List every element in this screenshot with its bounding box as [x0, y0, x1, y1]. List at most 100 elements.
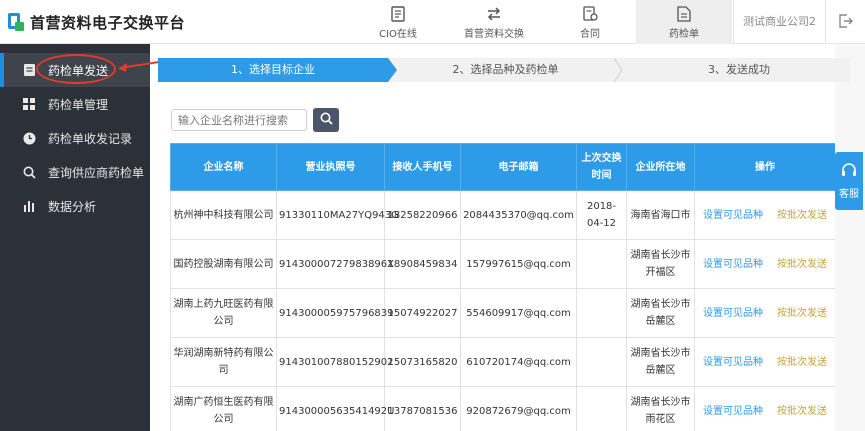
cell-enterprise-name: 杭州神中科技有限公司	[170, 190, 277, 240]
cell-license: 91330110MA27YQ943G	[276, 190, 399, 240]
sidebar-item-manage[interactable]: 药检单管理	[0, 87, 150, 121]
set-visible-varieties-link[interactable]: 设置可见品种	[703, 406, 763, 417]
cell-location: 湖南省长沙市岳麓区	[626, 288, 695, 338]
set-visible-varieties-link[interactable]: 设置可见品种	[703, 357, 763, 368]
cell-license: 91430000563541492U	[276, 386, 394, 431]
current-company[interactable]: 测试商业公司2	[733, 0, 825, 44]
set-visible-varieties-link[interactable]: 设置可见品种	[703, 308, 763, 319]
table-row: 湖南广药恒生医药有限公司 91430000563541492U 13787081…	[170, 386, 835, 431]
step-select-variety: 2、选择品种及药检单	[452, 63, 559, 76]
right-rail	[835, 44, 865, 431]
cell-last-exchange	[576, 239, 627, 289]
exchange-icon	[486, 5, 502, 23]
cell-license: 914300005975796839	[276, 288, 394, 338]
batch-send-link[interactable]: 按批次发送	[777, 308, 827, 319]
step-separator-icon	[613, 58, 623, 82]
table-row: 华润湖南新特药有限公司 914301007880152902 150731658…	[170, 337, 835, 387]
nav-label: 药检单	[669, 28, 699, 40]
cell-phone: 15074922027	[384, 288, 461, 338]
send-doc-icon	[22, 63, 36, 77]
cell-enterprise-name: 华润湖南新特药有限公司	[170, 337, 277, 387]
cell-phone: 18908459834	[384, 239, 461, 289]
table-header-row: 企业名称 营业执照号 接收人手机号 电子邮箱 上次交换时间 企业所在地 操作	[170, 143, 835, 191]
logout-icon	[838, 13, 854, 32]
nav-exchange[interactable]: 首营资料交换	[444, 0, 544, 44]
cell-actions: 设置可见品种 按批次发送	[694, 239, 835, 289]
cell-email: 610720174@qq.com	[460, 337, 577, 387]
table-row: 杭州神中科技有限公司 91330110MA27YQ943G 1825822096…	[170, 190, 835, 240]
sidebar-item-label: 药检单收发记录	[48, 131, 133, 146]
cell-location: 湖南省长沙市开福区	[626, 239, 695, 289]
table-row: 国药控股湖南有限公司 91430000727983896X 1890845983…	[170, 239, 835, 289]
cell-enterprise-name: 湖南上药九旺医药有限公司	[170, 288, 277, 338]
cell-enterprise-name: 国药控股湖南有限公司	[170, 239, 277, 289]
customer-service-tab[interactable]: 客服	[835, 152, 863, 210]
document-icon	[391, 5, 405, 23]
column-header: 上次交换时间	[576, 143, 627, 191]
cell-enterprise-name: 湖南广药恒生医药有限公司	[170, 386, 277, 431]
batch-send-link[interactable]: 按批次发送	[777, 406, 827, 417]
sidebar: 药检单发送 药检单管理 药检单收发记录 查询供应商药检单 数据分析	[0, 44, 150, 431]
sidebar-item-label: 查询供应商药检单	[48, 165, 145, 180]
sidebar-item-records[interactable]: 药检单收发记录	[0, 121, 150, 155]
sidebar-item-label: 数据分析	[48, 199, 97, 214]
cell-phone: 13787081536	[384, 386, 461, 431]
enterprise-search-input[interactable]	[171, 109, 307, 131]
cell-license: 91430000727983896X	[276, 239, 394, 289]
batch-send-link[interactable]: 按批次发送	[777, 259, 827, 270]
cell-location: 湖南省长沙市岳麓区	[626, 337, 695, 387]
column-header: 操作	[694, 143, 835, 191]
cell-phone: 15073165820	[384, 337, 461, 387]
cell-phone: 18258220966	[384, 190, 461, 240]
nav-label: 合同	[580, 28, 600, 40]
set-visible-varieties-link[interactable]: 设置可见品种	[703, 259, 763, 270]
batch-send-link[interactable]: 按批次发送	[777, 357, 827, 368]
sidebar-item-query[interactable]: 查询供应商药检单	[0, 155, 150, 189]
search-icon	[320, 112, 333, 128]
cell-license: 914301007880152902	[276, 337, 394, 387]
cell-last-exchange	[576, 288, 627, 338]
nav-label: 首营资料交换	[464, 28, 524, 40]
cell-actions: 设置可见品种 按批次发送	[694, 288, 835, 338]
logo-icon	[8, 13, 24, 31]
cell-email: 554609917@qq.com	[460, 288, 577, 338]
cell-email: 157997615@qq.com	[460, 239, 577, 289]
bar-chart-icon	[22, 199, 36, 213]
column-header: 营业执照号	[276, 143, 385, 191]
contract-icon	[582, 5, 598, 23]
set-visible-varieties-link[interactable]: 设置可见品种	[703, 210, 763, 221]
headset-icon	[841, 162, 857, 181]
cell-last-exchange: 2018-04-12	[576, 190, 627, 240]
top-header: 首营资料电子交换平台 CIO在线 首营资料交换 合同 药检单 测试商业公司2	[0, 0, 865, 44]
logout-button[interactable]	[825, 0, 865, 44]
top-nav: CIO在线 首营资料交换 合同 药检单	[352, 0, 732, 44]
nav-cio-online[interactable]: CIO在线	[352, 0, 444, 44]
brand-logo[interactable]: 首营资料电子交换平台	[8, 11, 185, 33]
search-icon	[22, 165, 36, 179]
cell-actions: 设置可见品种 按批次发送	[694, 337, 835, 387]
cell-email: 920872679@qq.com	[460, 386, 577, 431]
table-row: 湖南上药九旺医药有限公司 914300005975796839 15074922…	[170, 288, 835, 338]
cell-actions: 设置可见品种 按批次发送	[694, 190, 835, 240]
batch-send-link[interactable]: 按批次发送	[777, 210, 827, 221]
clock-icon	[22, 131, 36, 145]
cell-location: 湖南省长沙市雨花区	[626, 386, 695, 431]
column-header: 企业所在地	[626, 143, 695, 191]
report-icon	[677, 5, 691, 23]
sidebar-item-label: 药检单管理	[48, 97, 109, 112]
grid-icon	[22, 97, 36, 111]
nav-report[interactable]: 药检单	[636, 0, 732, 44]
cell-actions: 设置可见品种 按批次发送	[694, 386, 835, 431]
nav-contract[interactable]: 合同	[544, 0, 636, 44]
sidebar-item-analytics[interactable]: 数据分析	[0, 189, 150, 223]
cell-last-exchange	[576, 386, 627, 431]
nav-label: CIO在线	[379, 28, 417, 40]
brand-name: 首营资料电子交换平台	[30, 13, 186, 32]
cell-last-exchange	[576, 337, 627, 387]
cell-email: 2084435370@qq.com	[460, 190, 577, 240]
column-header: 企业名称	[170, 143, 277, 191]
column-header: 接收人手机号	[384, 143, 461, 191]
step-select-enterprise: 1、选择目标企业	[158, 58, 388, 82]
step-progress: 1、选择目标企业 2、选择品种及药检单 3、发送成功	[158, 58, 850, 82]
search-button[interactable]	[313, 108, 339, 132]
